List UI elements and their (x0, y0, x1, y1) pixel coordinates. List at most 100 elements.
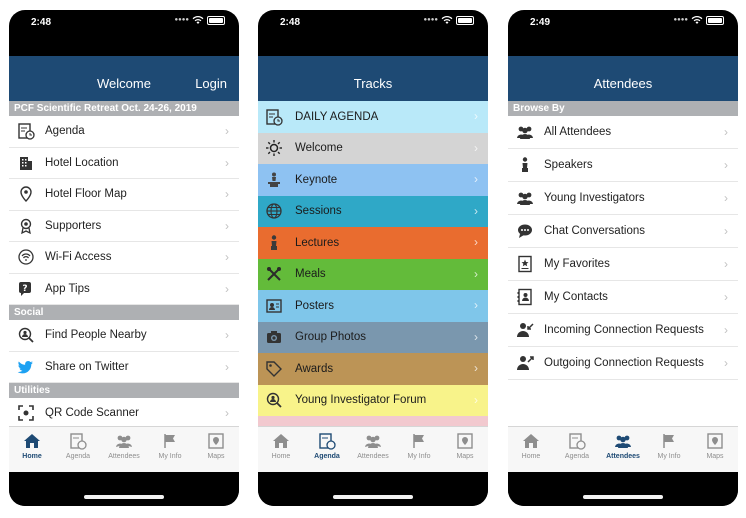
list-item-supporters[interactable]: Supporters › (9, 210, 239, 242)
tab-my-info[interactable]: My Info (147, 427, 193, 472)
tab-agenda[interactable]: Agenda (304, 427, 350, 472)
list-item-incoming-requests[interactable]: Incoming Connection Requests › (508, 314, 738, 347)
chevron-right-icon: › (225, 218, 229, 233)
phone-attendees-screen: 2:49 ●●●● Attendees Browse By All Attend… (508, 10, 738, 506)
list-item-speakers[interactable]: Speakers › (508, 149, 738, 182)
list-item-qr-scanner[interactable]: QR Code Scanner › (9, 398, 239, 426)
tab-agenda[interactable]: Agenda (55, 427, 101, 472)
track-sessions[interactable]: Sessions › (258, 195, 488, 227)
chevron-right-icon: › (474, 203, 478, 218)
battery-icon (706, 15, 724, 25)
outgoing-request-icon (514, 354, 536, 372)
track-welcome[interactable]: Welcome › (258, 132, 488, 164)
list-item-label: Supporters (45, 219, 102, 232)
list-item-hotel-floor-map[interactable]: Hotel Floor Map › (9, 179, 239, 211)
track-lectures[interactable]: Lectures › (258, 227, 488, 259)
tab-home[interactable]: Home (508, 427, 554, 472)
track-daily-agenda[interactable]: DAILY AGENDA › (258, 101, 488, 133)
map-pin-icon (15, 185, 37, 203)
list-item-young-investigators[interactable]: Young Investigators › (508, 182, 738, 215)
tab-label: Attendees (606, 453, 640, 460)
list-item-wifi-access[interactable]: Wi-Fi Access › (9, 242, 239, 274)
attendees-list: Browse By All Attendees › Speakers › You… (508, 101, 738, 426)
list-item-app-tips[interactable]: ? App Tips › (9, 273, 239, 305)
track-partial[interactable] (258, 416, 488, 426)
agenda-icon (263, 108, 285, 126)
group-icon (514, 190, 536, 206)
track-meals[interactable]: Meals › (258, 258, 488, 290)
tab-label: Attendees (108, 453, 140, 460)
track-awards[interactable]: Awards › (258, 353, 488, 385)
agenda-icon (568, 432, 586, 450)
chevron-right-icon: › (225, 250, 229, 264)
chevron-right-icon: › (474, 172, 478, 186)
flag-icon (660, 432, 678, 450)
list-item-label: Agenda (45, 125, 85, 138)
ribbon-icon (15, 217, 37, 235)
chevron-right-icon: › (225, 187, 229, 201)
track-group-photos[interactable]: Group Photos › (258, 321, 488, 353)
home-icon (23, 432, 41, 450)
signal-icon: ●●●● (174, 17, 190, 23)
tab-my-info[interactable]: My Info (646, 427, 692, 472)
tab-home[interactable]: Home (258, 427, 304, 472)
tab-label: Agenda (564, 453, 590, 460)
chevron-right-icon: › (474, 140, 478, 155)
tab-maps[interactable]: Maps (692, 427, 738, 472)
track-posters[interactable]: Posters › (258, 290, 488, 322)
wifi-icon (15, 248, 37, 266)
tab-attendees[interactable]: Attendees (600, 427, 646, 472)
list-item-my-favorites[interactable]: My Favorites › (508, 248, 738, 281)
list-item-share-twitter[interactable]: Share on Twitter › (9, 351, 239, 383)
list-item-hotel-location[interactable]: Hotel Location › (9, 147, 239, 179)
chevron-right-icon: › (225, 328, 229, 342)
list-item-my-contacts[interactable]: My Contacts › (508, 281, 738, 314)
list-item-outgoing-requests[interactable]: Outgoing Connection Requests › (508, 347, 738, 380)
maps-icon (207, 432, 225, 450)
login-button[interactable]: Login (195, 76, 227, 91)
list-item-agenda[interactable]: Agenda › (9, 116, 239, 148)
list-item-label: Hotel Location (45, 156, 119, 169)
tab-attendees[interactable]: Attendees (101, 427, 147, 472)
list-item-chat-conversations[interactable]: Chat Conversations › (508, 215, 738, 248)
list-item-find-people[interactable]: Find People Nearby › (9, 320, 239, 352)
agenda-icon (318, 432, 336, 450)
incoming-request-icon (514, 321, 536, 339)
tab-bar: Home Agenda Attendees My Info Maps (258, 426, 488, 472)
favorite-icon (514, 255, 536, 273)
tab-my-info[interactable]: My Info (396, 427, 442, 472)
track-young-investigator-forum[interactable]: Young Investigator Forum › (258, 384, 488, 416)
list-item-label: My Favorites (544, 258, 610, 270)
tab-maps[interactable]: Maps (442, 427, 488, 472)
track-label: Young Investigator Forum (295, 394, 427, 407)
tab-label: Agenda (65, 453, 91, 460)
list-item-label: Young Investigators (544, 192, 645, 204)
home-indicator[interactable] (583, 495, 663, 499)
camera-icon (263, 328, 285, 346)
chevron-right-icon: › (474, 298, 478, 312)
home-indicator[interactable] (333, 495, 413, 499)
nav-bar: Attendees (508, 56, 738, 101)
contacts-icon (514, 288, 536, 306)
list-item-label: App Tips (45, 282, 90, 295)
track-keynote[interactable]: Keynote › (258, 164, 488, 196)
home-indicator[interactable] (84, 495, 164, 499)
track-label: DAILY AGENDA (295, 110, 379, 123)
tab-maps[interactable]: Maps (193, 427, 239, 472)
flag-icon (410, 432, 428, 450)
tab-agenda[interactable]: Agenda (554, 427, 600, 472)
wifi-status-icon (441, 16, 453, 24)
tab-label: Maps (456, 453, 474, 460)
status-time: 2:49 (530, 17, 551, 28)
list-item-label: Speakers (544, 159, 593, 171)
chevron-right-icon: › (474, 109, 478, 123)
tips-icon: ? (15, 280, 37, 298)
home-indicator-area (508, 472, 738, 506)
status-time: 2:48 (31, 17, 52, 28)
chevron-right-icon: › (474, 266, 478, 281)
battery-icon (456, 15, 474, 25)
list-item-all-attendees[interactable]: All Attendees › (508, 116, 738, 149)
tab-attendees[interactable]: Attendees (350, 427, 396, 472)
tab-home[interactable]: Home (9, 427, 55, 472)
home-icon (522, 432, 540, 450)
